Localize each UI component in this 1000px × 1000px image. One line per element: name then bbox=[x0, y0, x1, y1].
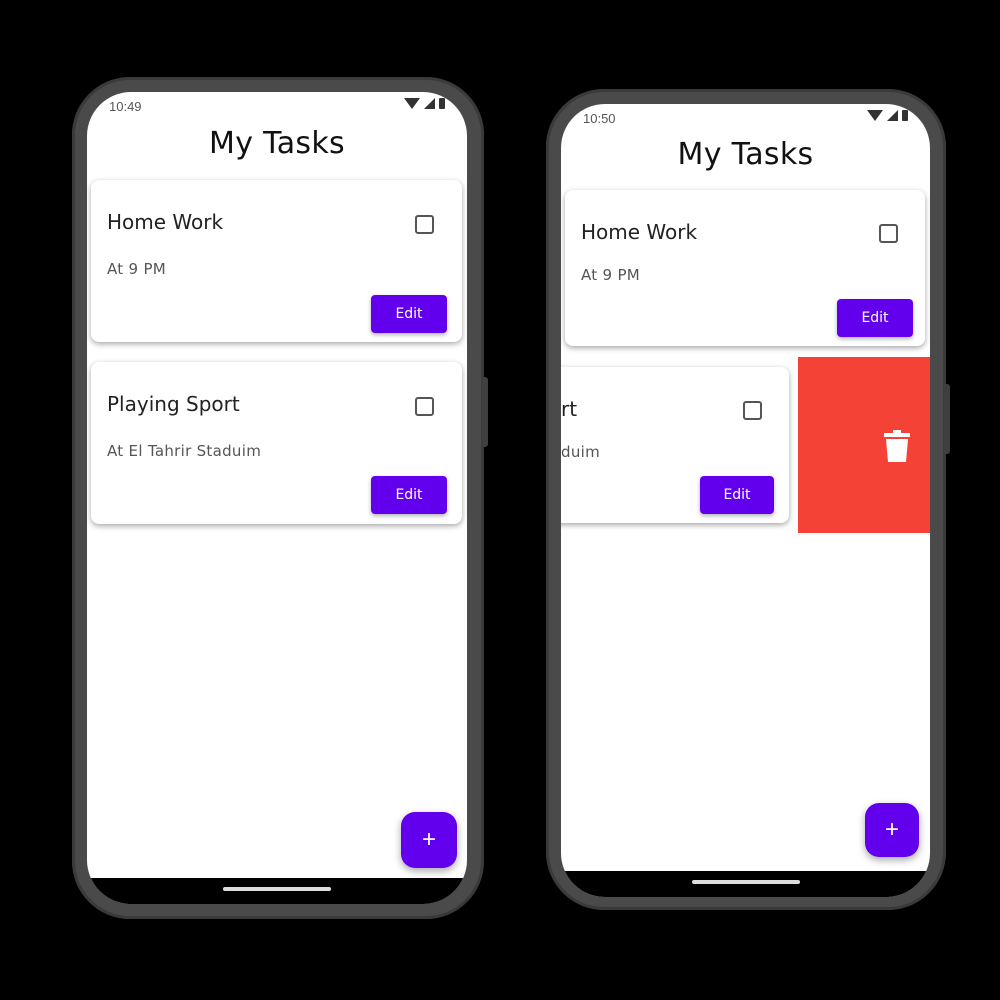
power-button bbox=[944, 384, 950, 454]
add-icon: + bbox=[884, 816, 899, 843]
status-time: 10:49 bbox=[109, 99, 142, 114]
status-icons bbox=[404, 98, 445, 109]
task-title: Home Work bbox=[107, 210, 224, 234]
wifi-icon bbox=[867, 110, 883, 121]
checkbox-icon[interactable] bbox=[743, 401, 762, 420]
checkbox-icon[interactable] bbox=[415, 215, 434, 234]
wifi-icon bbox=[404, 98, 420, 109]
task-subtitle: At El Tahrir Staduim bbox=[107, 442, 262, 460]
trash-icon[interactable] bbox=[884, 430, 910, 462]
add-task-button[interactable]: + bbox=[865, 803, 919, 857]
checkbox-icon[interactable] bbox=[415, 397, 434, 416]
status-icons bbox=[867, 110, 908, 121]
edit-button[interactable]: Edit bbox=[371, 295, 447, 333]
add-icon: + bbox=[421, 826, 436, 853]
task-card[interactable]: Home Work At 9 PM Edit bbox=[565, 190, 925, 346]
task-card-swiped[interactable]: rt duim Edit bbox=[561, 367, 789, 523]
left-phone: 10:49 My Tasks Home Work At 9 PM Edit Pl… bbox=[72, 77, 488, 919]
task-subtitle: duim bbox=[561, 443, 601, 461]
battery-icon bbox=[902, 110, 908, 121]
navigation-bar bbox=[561, 871, 930, 897]
signal-icon bbox=[887, 110, 898, 121]
task-card[interactable]: Home Work At 9 PM Edit bbox=[91, 180, 462, 342]
left-screen: 10:49 My Tasks Home Work At 9 PM Edit Pl… bbox=[87, 92, 467, 904]
task-subtitle: At 9 PM bbox=[107, 260, 167, 278]
home-indicator[interactable] bbox=[691, 880, 800, 884]
status-bar: 10:50 bbox=[561, 104, 930, 132]
navigation-bar bbox=[87, 878, 467, 904]
checkbox-icon[interactable] bbox=[879, 224, 898, 243]
right-phone: 10:50 My Tasks Home Work At 9 PM Edit rt bbox=[546, 89, 950, 910]
task-subtitle: At 9 PM bbox=[581, 266, 641, 284]
add-task-button[interactable]: + bbox=[401, 812, 457, 868]
edit-button[interactable]: Edit bbox=[837, 299, 913, 337]
task-title: rt bbox=[561, 397, 578, 421]
task-title: Home Work bbox=[581, 220, 698, 244]
battery-icon bbox=[439, 98, 445, 109]
edit-button[interactable]: Edit bbox=[371, 476, 447, 514]
right-screen: 10:50 My Tasks Home Work At 9 PM Edit rt bbox=[561, 104, 930, 897]
power-button bbox=[482, 377, 488, 447]
page-title: My Tasks bbox=[677, 137, 814, 172]
status-time: 10:50 bbox=[583, 111, 616, 126]
signal-icon bbox=[424, 98, 435, 109]
status-bar: 10:49 bbox=[87, 92, 467, 120]
page-title: My Tasks bbox=[209, 126, 345, 161]
edit-button[interactable]: Edit bbox=[700, 476, 774, 514]
delete-swipe-background[interactable] bbox=[798, 357, 930, 533]
task-card[interactable]: Playing Sport At El Tahrir Staduim Edit bbox=[91, 362, 462, 524]
task-title: Playing Sport bbox=[107, 392, 240, 416]
home-indicator[interactable] bbox=[223, 887, 331, 891]
